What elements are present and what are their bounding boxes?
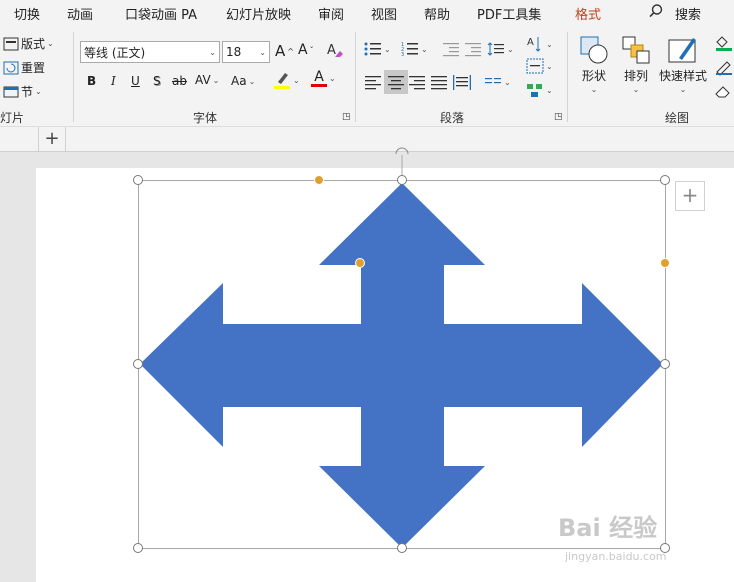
- adjust-handle[interactable]: [355, 258, 365, 268]
- quad-arrow-shape[interactable]: [140, 183, 663, 548]
- shape-layer: [138, 147, 666, 549]
- rotate-handle-icon[interactable]: [395, 147, 409, 155]
- resize-handle-top-right[interactable]: [660, 175, 670, 185]
- resize-handle-left[interactable]: [133, 359, 143, 369]
- resize-handle-bottom[interactable]: [397, 543, 407, 553]
- watermark-url: jingyan.baidu.com: [565, 550, 667, 563]
- resize-handle-top-left[interactable]: [133, 175, 143, 185]
- adjust-handle[interactable]: [314, 175, 324, 185]
- resize-handle-top[interactable]: [397, 175, 407, 185]
- resize-handle-bottom-left[interactable]: [133, 543, 143, 553]
- watermark-brand: Bai 经验: [558, 514, 658, 542]
- adjust-handle[interactable]: [660, 258, 670, 268]
- layout-options-button[interactable]: +: [675, 181, 705, 211]
- resize-handle-right[interactable]: [660, 359, 670, 369]
